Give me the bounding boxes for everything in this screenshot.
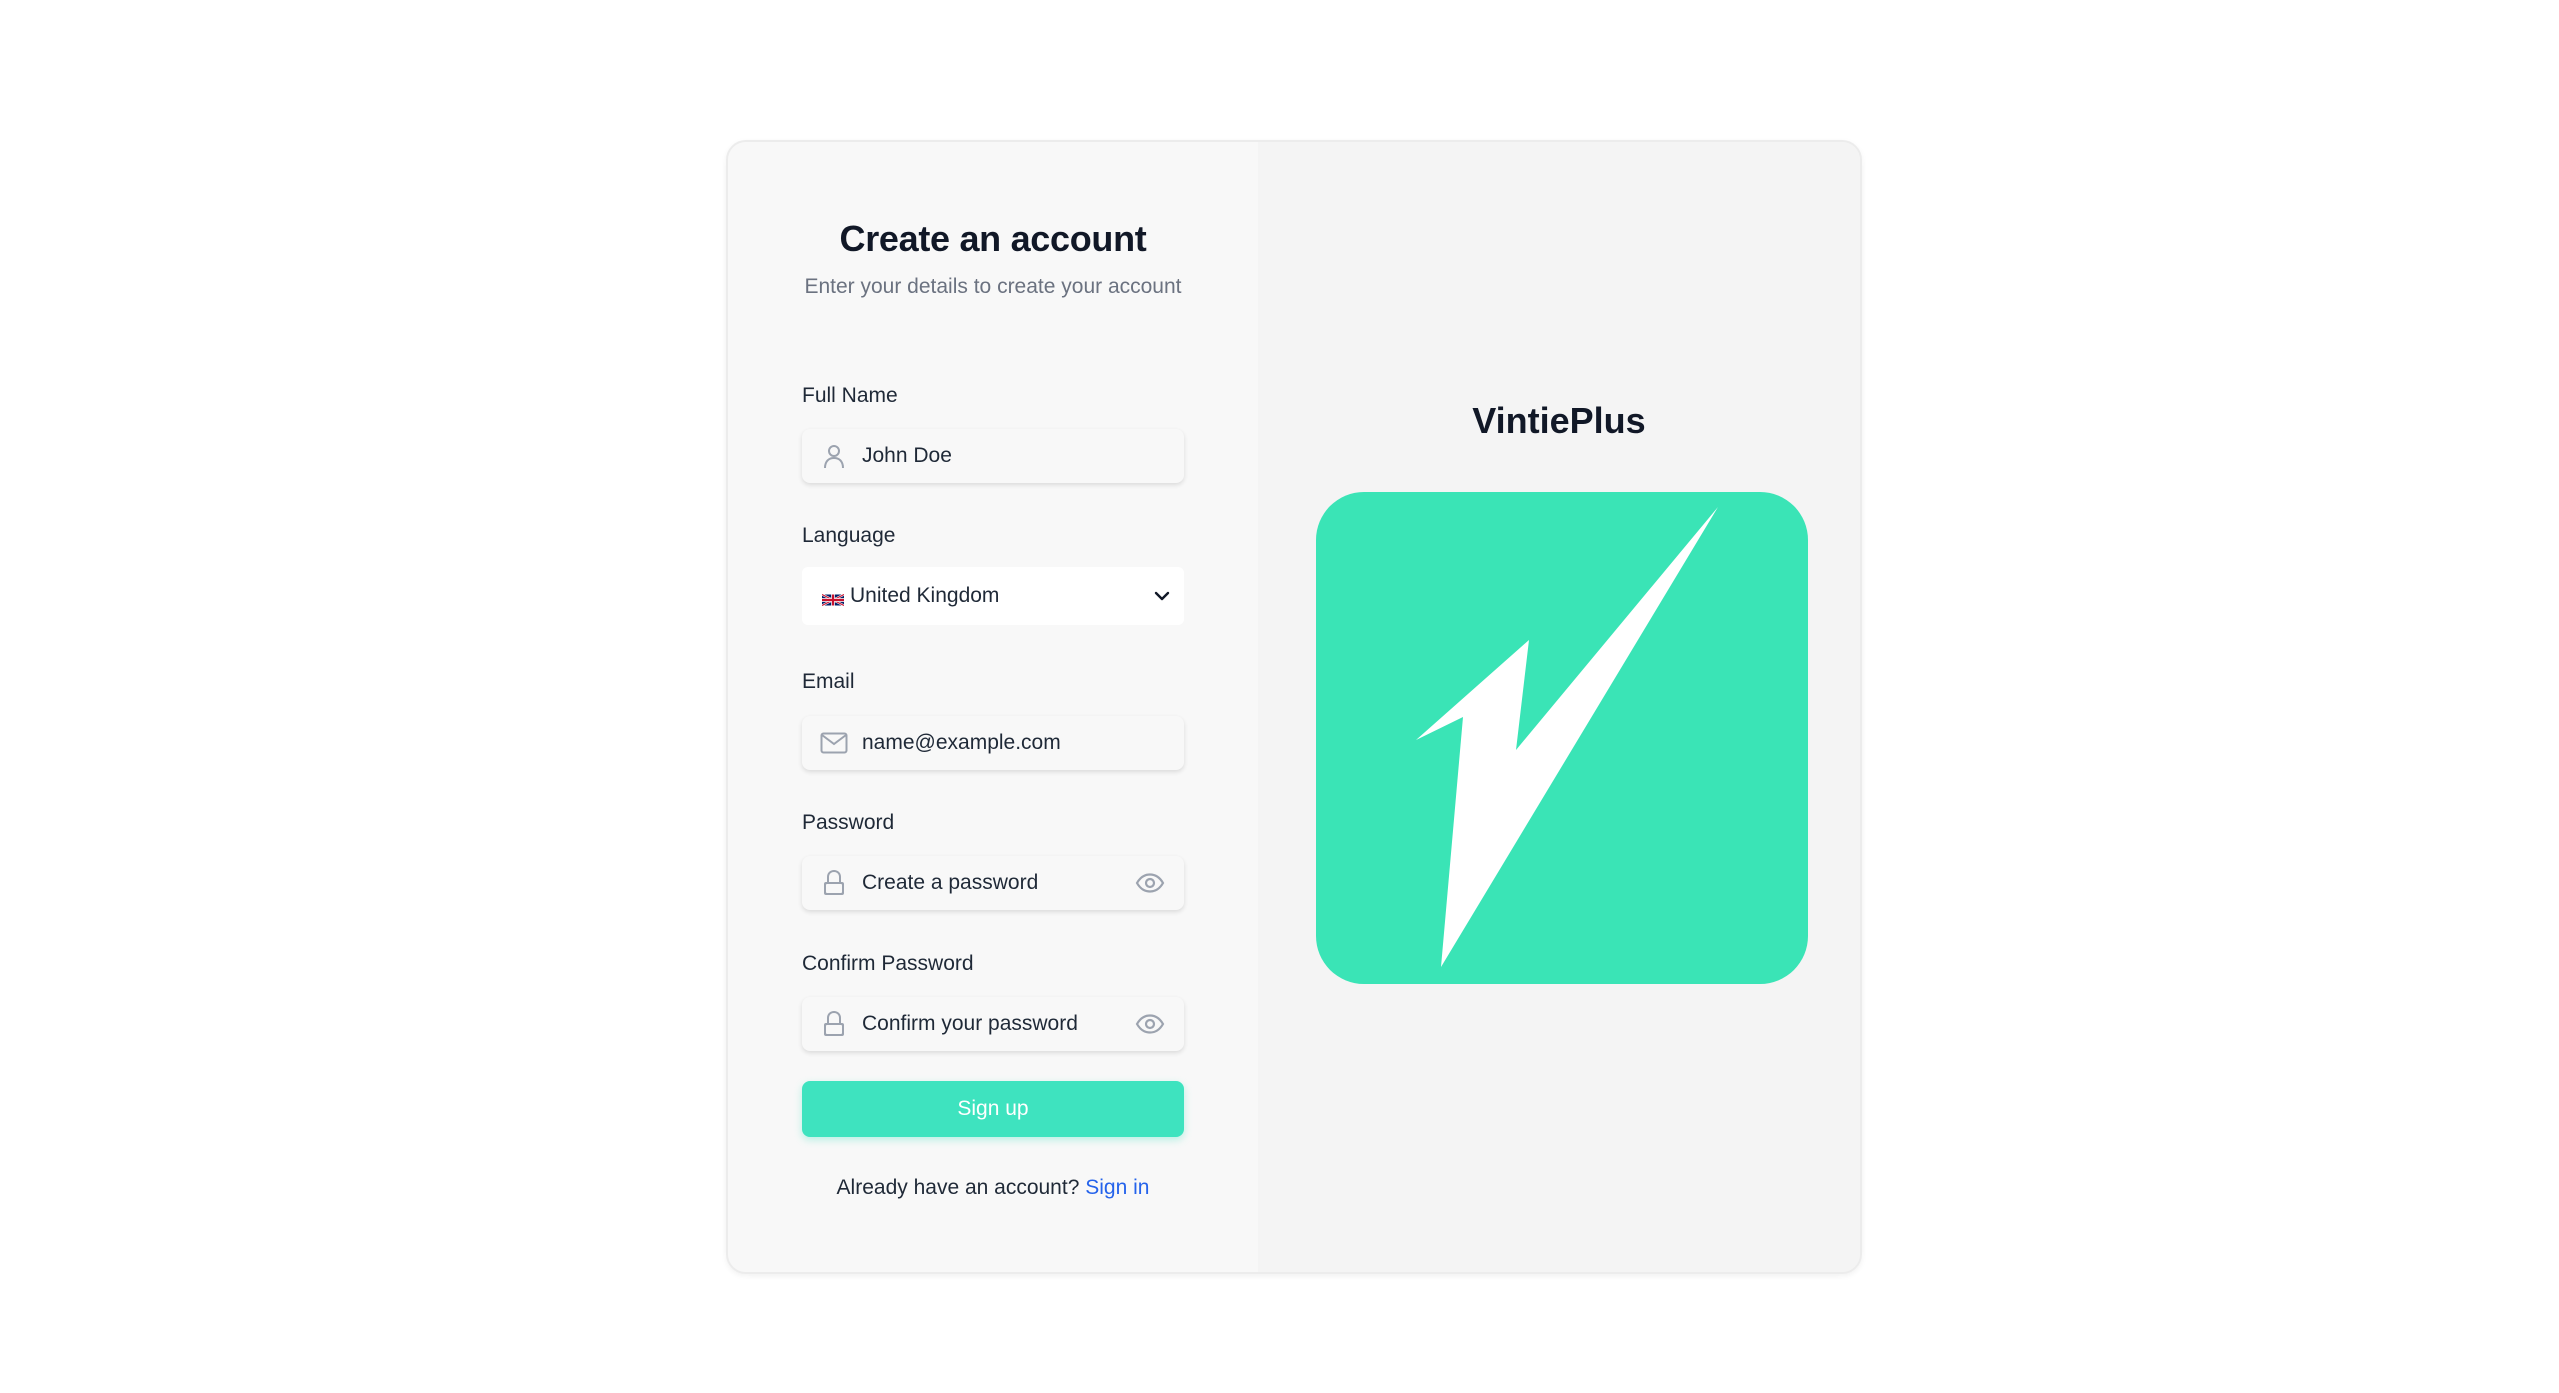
password-field[interactable] [802,856,1184,910]
password-input[interactable] [862,871,1134,895]
chevron-down-icon [1152,586,1172,606]
lock-icon [820,869,848,897]
show-confirm-password-eye-icon[interactable] [1134,1010,1166,1038]
signin-link[interactable]: Sign in [1085,1176,1149,1199]
confirm-password-input[interactable] [862,1012,1134,1036]
full-name-input[interactable] [862,444,1184,468]
email-label: Email [802,670,855,693]
user-icon [820,442,848,470]
email-input[interactable] [862,731,1184,755]
signup-button[interactable]: Sign up [802,1081,1184,1137]
mail-icon [820,729,848,757]
brand-panel: VintiePlus [1258,142,1860,1272]
page-title: Create an account [839,218,1147,259]
signin-prompt-row: Already have an account? Sign in [728,1176,1258,1200]
show-password-eye-icon[interactable] [1134,869,1166,897]
language-select[interactable]: United Kingdom [802,567,1184,625]
confirm-password-field[interactable] [802,997,1184,1051]
language-selected-value: United Kingdom [850,584,1000,607]
lock-icon [820,1010,848,1038]
password-label: Password [802,811,895,834]
email-field[interactable] [802,716,1184,770]
page-subtitle: Enter your details to create your accoun… [804,275,1182,298]
signin-prompt-text: Already have an account? [836,1176,1080,1199]
signup-card: Create an account Enter your details to … [726,140,1862,1274]
lightning-bolt-logo [1316,492,1808,984]
language-label: Language [802,524,896,547]
full-name-label: Full Name [802,384,898,407]
brand-name: VintiePlus [1472,400,1646,441]
confirm-password-label: Confirm Password [802,952,974,975]
full-name-field[interactable] [802,429,1184,483]
signup-form-panel: Create an account Enter your details to … [728,142,1258,1272]
uk-flag-icon [821,589,845,607]
